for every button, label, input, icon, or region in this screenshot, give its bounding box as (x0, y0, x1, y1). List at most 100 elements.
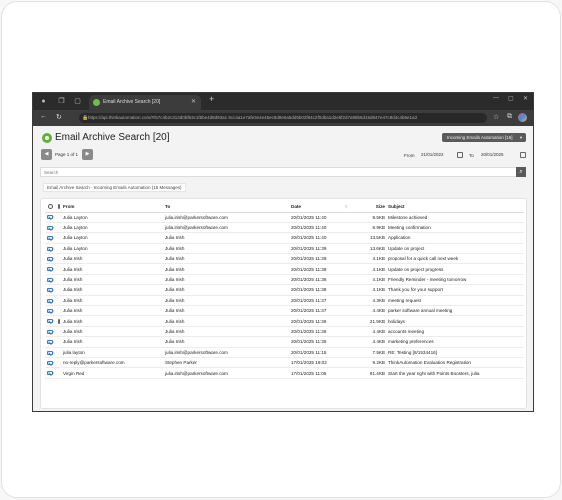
from-cell: julia layton (63, 347, 165, 358)
favorites-icon[interactable]: ☆ (493, 113, 499, 121)
previous-page-button[interactable]: ◀ (41, 149, 52, 160)
from-cell: Julia Layton (63, 222, 165, 234)
table-row[interactable]: Julia Irish Julia Irish 20/01/2025 11:36 21… (45, 315, 524, 327)
subject-cell: ThinkAutomation Evaluation Registration (388, 357, 524, 369)
automation-select[interactable]: Incoming Emails Automation [16] ▼ (442, 133, 526, 142)
from-column-header[interactable]: From (63, 202, 165, 213)
date-cell: 20/01/2025 11:38 (291, 263, 333, 275)
subject-cell: accounts meeting (388, 326, 524, 338)
table-row[interactable]: Julia Irish Julia Irish 20/01/2025 11:38 4.… (45, 274, 524, 286)
browser-tab[interactable]: Email Archive Search [20] ✕ (89, 95, 201, 110)
date-cell: 20/01/2025 11:15 (291, 347, 333, 358)
size-cell: 21.9KB (359, 315, 388, 327)
search-button[interactable]: ⌕ (516, 167, 526, 177)
from-calendar-icon[interactable] (457, 152, 463, 158)
table-row[interactable]: Julia Layton julia.irish@parkersoftware.c… (45, 222, 524, 234)
to-cell: Stephen Parker (165, 357, 291, 369)
subject-cell: Update on project progress (388, 263, 524, 275)
attachment-cell (55, 295, 63, 307)
subject-cell: marketing preferences (388, 336, 524, 348)
table-row[interactable]: Julia Irish Julia Irish 20/01/2025 11:35 4.… (45, 336, 524, 348)
from-cell: no-reply@parkersoftware.com (63, 357, 165, 369)
table-row[interactable]: Julia Irish Julia Irish 20/01/2025 11:38 4.… (45, 263, 524, 275)
to-cell: Julia Irish (165, 326, 291, 338)
url-field[interactable]: 🔒 https://api.thinkautomation.com/#/57c4… (79, 113, 487, 123)
size-cell: 4.3KB (359, 295, 388, 307)
date-cell: 20/01/2025 11:39 (291, 253, 333, 265)
spacer-cell (333, 284, 359, 296)
page-indicator: Page 1 of 1 (55, 152, 79, 157)
minimize-icon[interactable]: — (493, 95, 499, 101)
spacer-cell (333, 253, 359, 265)
attachment-cell (55, 336, 63, 348)
subject-column-header[interactable]: Subject (388, 202, 524, 213)
table-row[interactable]: Julia Irish Julia Irish 20/01/2025 11:36 4.… (45, 326, 524, 338)
size-cell: 4.1KB (359, 263, 388, 275)
browser-window: ● ❐ ▢ Email Archive Search [20] ✕ + — ▢ … (32, 92, 534, 412)
size-cell: 4.4KB (359, 326, 388, 338)
app-content: Email Archive Search [20] Incoming Email… (33, 126, 533, 411)
url-text: https://api.thinkautomation.com/#/57c4b2… (88, 115, 418, 120)
table-row[interactable]: Julia Layton Julia Irish 20/01/2025 11:39 1… (45, 243, 524, 255)
table-row[interactable]: julia layton julia.irish@parkersoftware.c… (45, 347, 524, 358)
profile-icon[interactable] (518, 113, 527, 122)
close-tab-icon[interactable]: ✕ (191, 95, 196, 110)
new-tab-button[interactable]: + (209, 94, 214, 104)
select-all-icon[interactable] (47, 204, 53, 210)
select-all-header[interactable] (45, 202, 55, 213)
size-cell: 4.4KB (359, 305, 388, 317)
from-cell: Virgin Red (63, 367, 165, 379)
table-row[interactable]: Virgin Red julia.irish@parkersoftware.com… (45, 367, 524, 379)
envelope-icon (45, 212, 55, 223)
size-column-header[interactable]: Size (359, 202, 388, 213)
table-row[interactable]: Julia Irish Julia Irish 20/01/2025 11:37 4.… (45, 305, 524, 317)
attachment-cell (55, 284, 63, 296)
table-row[interactable]: Julia Irish Julia Irish 20/01/2025 11:38 4.… (45, 284, 524, 296)
envelope-icon (45, 305, 55, 317)
tab-actions-icon[interactable]: ▢ (73, 97, 82, 106)
to-date-input[interactable]: 20/01/2025 (478, 150, 518, 159)
table-row[interactable]: Julia Irish Julia Irish 20/01/2025 11:37 4.… (45, 295, 524, 307)
chevron-down-icon: ▼ (519, 135, 523, 140)
automation-select-value: Incoming Emails Automation [16] (447, 135, 513, 140)
from-cell: Julia Irish (63, 315, 165, 327)
subject-cell: Thank you for your support (388, 284, 524, 296)
table-row[interactable]: Julia Layton julia.irish@parkersoftware.c… (45, 212, 524, 223)
attachment-cell (55, 347, 63, 358)
workspaces-icon[interactable]: ❐ (57, 97, 66, 106)
spacer-cell (333, 357, 359, 369)
from-date-input[interactable]: 21/01/2022 (418, 150, 458, 159)
close-window-icon[interactable]: ✕ (523, 95, 528, 102)
subject-cell: Update on project (388, 243, 524, 255)
envelope-icon (45, 315, 55, 327)
search-input[interactable]: Search (40, 167, 525, 177)
date-cell: 20/01/2025 11:38 (291, 284, 333, 296)
thinkautomation-logo-icon (42, 133, 52, 143)
to-cell: Julia Irish (165, 305, 291, 317)
date-cell: 20/01/2025 11:38 (291, 274, 333, 286)
date-cell: 20/01/2025 11:36 (291, 326, 333, 338)
refresh-icon[interactable]: ↻ (56, 113, 62, 121)
to-date-label: To (469, 153, 474, 158)
breadcrumb: Email Archive Search - Incoming Emails A… (43, 183, 186, 192)
attachment-cell (55, 367, 63, 379)
lock-icon: 🔒 (82, 115, 89, 121)
to-calendar-icon[interactable] (520, 152, 526, 158)
date-column-header[interactable]: Date (291, 202, 333, 213)
collections-icon[interactable]: ⧉ (507, 113, 512, 121)
spacer-cell (333, 305, 359, 317)
next-page-button[interactable]: ▶ (82, 149, 93, 160)
envelope-icon (45, 274, 55, 286)
size-cell: 13.5KB (359, 232, 388, 244)
back-icon[interactable]: ← (40, 113, 47, 120)
from-cell: Julia Layton (63, 243, 165, 255)
subject-cell: Application (388, 232, 524, 244)
table-row[interactable]: no-reply@parkersoftware.com Stephen Parke… (45, 357, 524, 369)
sort-arrow-icon[interactable]: ↑ (333, 202, 359, 213)
table-row[interactable]: Julia Layton Julia Irish 20/01/2025 11:40 1… (45, 232, 524, 244)
from-cell: Julia Layton (63, 212, 165, 223)
maximize-icon[interactable]: ▢ (508, 95, 514, 102)
table-row[interactable]: Julia Irish Julia Irish 20/01/2025 11:39 4.… (45, 253, 524, 265)
to-column-header[interactable]: To (165, 202, 291, 213)
profile-avatar-icon[interactable]: ● (39, 97, 48, 106)
